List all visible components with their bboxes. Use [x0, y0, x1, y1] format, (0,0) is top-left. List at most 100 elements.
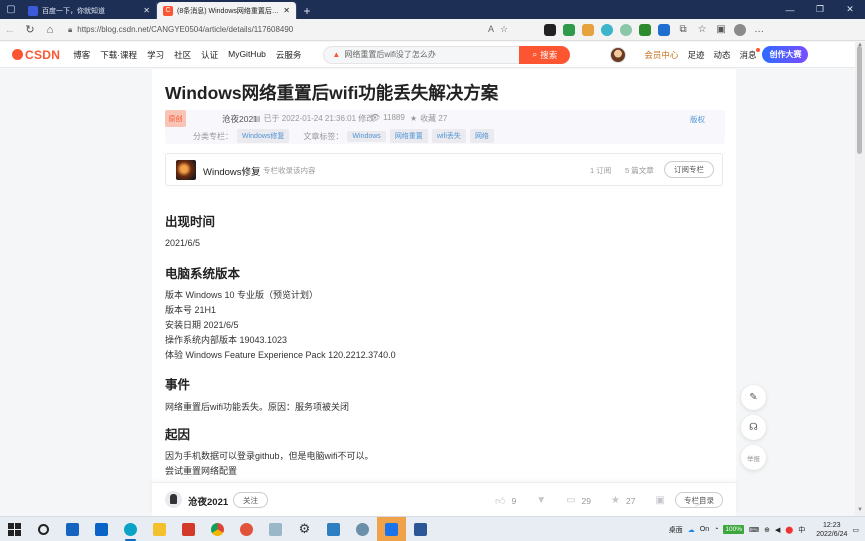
- file-explorer-icon[interactable]: [145, 517, 174, 541]
- column-name[interactable]: Windows修复: [203, 164, 261, 178]
- home-icon[interactable]: ⌂: [40, 20, 60, 40]
- report-button[interactable]: 举报: [741, 445, 766, 470]
- refresh-icon[interactable]: ↻: [20, 20, 40, 40]
- extensions-puzzle-icon[interactable]: ⧉: [677, 24, 689, 35]
- network-icon[interactable]: ⊕: [764, 526, 770, 534]
- close-window-icon[interactable]: ✕: [835, 0, 865, 19]
- comment-icon[interactable]: ▭: [566, 495, 575, 506]
- read-aloud-icon[interactable]: A: [488, 24, 494, 35]
- extension-icon[interactable]: [563, 23, 576, 36]
- favorite-icon[interactable]: ★: [611, 495, 620, 506]
- tab-baidu[interactable]: 百度一下，你就知道 ✕: [22, 2, 157, 19]
- meta-views: 👁︎ 11889: [370, 113, 405, 122]
- app-icon[interactable]: [174, 517, 203, 541]
- search-input[interactable]: ▲ 网络重置后wifi没了怎么办: [323, 45, 520, 64]
- nav-certification[interactable]: 认证: [201, 49, 218, 61]
- page-scrollbar[interactable]: ▲ ▼: [855, 42, 865, 516]
- original-badge: 原创: [165, 110, 186, 127]
- csdn-logo[interactable]: CSDN: [12, 48, 60, 62]
- minimize-icon[interactable]: —: [775, 0, 805, 19]
- reward-icon[interactable]: ▣: [655, 495, 664, 506]
- extension-icon[interactable]: [620, 23, 633, 36]
- settings-icon[interactable]: ⚙: [290, 517, 319, 541]
- more-menu-icon[interactable]: …: [753, 24, 765, 35]
- extension-icon[interactable]: [658, 23, 671, 36]
- nav-cloud[interactable]: 云服务: [276, 49, 302, 61]
- address-bar: ← ↻ ⌂ 🔒︎ https://blog.csdn.net/CANGYE050…: [0, 19, 865, 41]
- tab-csdn-article[interactable]: C (8条消息) Windows网络重置后wifi功能丢失解决方案_CANGYE…: [157, 2, 297, 19]
- volume-icon[interactable]: ◀: [775, 526, 780, 534]
- word-app-icon[interactable]: [406, 517, 435, 541]
- nav-messages[interactable]: 消息: [739, 47, 761, 61]
- app-icon[interactable]: [319, 517, 348, 541]
- favorites-icon[interactable]: ☆: [696, 24, 708, 35]
- tab-actions-icon[interactable]: ▢: [0, 0, 22, 19]
- tray-icon[interactable]: ⌨: [749, 526, 759, 534]
- tag-chip[interactable]: wifi丢失: [431, 129, 466, 143]
- windows-taskbar: ⚙ 桌面 ☁ On ◔ 100% ⌨ ⊕ ◀ ⬤ 中 12:23 2022/6/…: [0, 516, 865, 541]
- nav-learn[interactable]: 学习: [147, 49, 164, 61]
- nav-blog[interactable]: 博客: [73, 49, 90, 61]
- nav-footprint[interactable]: 足迹: [687, 49, 704, 61]
- back-icon[interactable]: ←: [0, 20, 20, 40]
- action-author-name[interactable]: 沧夜2021: [188, 494, 228, 508]
- app-icon[interactable]: [348, 517, 377, 541]
- scrollbar-thumb[interactable]: [857, 46, 862, 154]
- app-icon[interactable]: [232, 517, 261, 541]
- user-avatar[interactable]: [610, 46, 627, 63]
- favorite-star-icon[interactable]: ☆: [500, 24, 508, 35]
- tray-icon[interactable]: ◔: [714, 526, 718, 533]
- dislike-icon[interactable]: ▼: [536, 495, 546, 506]
- tag-chip[interactable]: 网络: [469, 129, 494, 143]
- close-tab-icon[interactable]: ✕: [143, 6, 150, 15]
- close-tab-icon[interactable]: ✕: [283, 6, 290, 15]
- create-contest-button[interactable]: 创作大赛: [762, 46, 809, 63]
- nav-activity[interactable]: 动态: [713, 49, 730, 61]
- clock[interactable]: 12:23 2022/6/24: [816, 521, 847, 539]
- search-taskbar-icon[interactable]: [29, 517, 58, 541]
- weather-icon[interactable]: ☁: [688, 526, 695, 534]
- customer-service-icon[interactable]: ☊: [741, 415, 766, 440]
- subscribe-column-button[interactable]: 订阅专栏: [664, 161, 714, 178]
- write-icon[interactable]: ✎: [741, 385, 766, 410]
- tag-chip[interactable]: Windows: [347, 130, 386, 142]
- column-chip[interactable]: Windows修复: [237, 129, 290, 143]
- extension-icon[interactable]: [582, 23, 595, 36]
- desktop-label[interactable]: 桌面: [669, 525, 683, 535]
- extension-icon[interactable]: [601, 23, 614, 36]
- url-field[interactable]: 🔒︎ https://blog.csdn.net/CANGYE0504/arti…: [64, 22, 484, 38]
- like-icon[interactable]: 👍︎: [495, 495, 505, 507]
- edge-browser-icon[interactable]: [116, 517, 145, 541]
- section-heading: 电脑系统版本: [165, 267, 241, 281]
- tag-chip[interactable]: 网络重置: [389, 129, 428, 143]
- nav-mygithub[interactable]: MyGitHub: [228, 49, 266, 61]
- tray-icon[interactable]: ⬤: [785, 526, 793, 534]
- paragraph: 操作系统内部版本 19043.1023: [165, 335, 288, 345]
- app-icon[interactable]: [261, 517, 290, 541]
- mail-app-icon[interactable]: [87, 517, 116, 541]
- nav-community[interactable]: 社区: [174, 49, 191, 61]
- notifications-icon[interactable]: ▭: [852, 526, 859, 534]
- nav-vip-center[interactable]: 会员中心: [644, 49, 678, 61]
- chrome-icon[interactable]: [203, 517, 232, 541]
- active-app-icon[interactable]: [377, 516, 406, 541]
- profile-avatar-icon[interactable]: [734, 23, 747, 36]
- author-avatar[interactable]: [165, 491, 182, 508]
- follow-button[interactable]: 关注: [233, 492, 268, 508]
- paragraph: 版本号 21H1: [165, 305, 217, 315]
- battery-indicator[interactable]: 100%: [723, 525, 744, 534]
- search-button[interactable]: ⌕ 搜索: [519, 45, 571, 64]
- security-app-icon[interactable]: [58, 517, 87, 541]
- new-tab-button[interactable]: +: [297, 2, 317, 19]
- column-toc-button[interactable]: 专栏目录: [675, 492, 723, 508]
- column-thumbnail[interactable]: [176, 160, 196, 180]
- nav-download-course[interactable]: 下载·课程: [100, 49, 137, 61]
- start-button[interactable]: [0, 517, 29, 541]
- scroll-down-icon[interactable]: ▼: [855, 507, 865, 516]
- extension-icon[interactable]: [544, 23, 557, 36]
- collections-icon[interactable]: ▣: [715, 24, 727, 35]
- restore-icon[interactable]: ❐: [805, 0, 835, 19]
- extension-icon[interactable]: [639, 23, 652, 36]
- input-method-icon[interactable]: 中: [798, 525, 805, 535]
- copyright-link[interactable]: 版权: [690, 114, 705, 125]
